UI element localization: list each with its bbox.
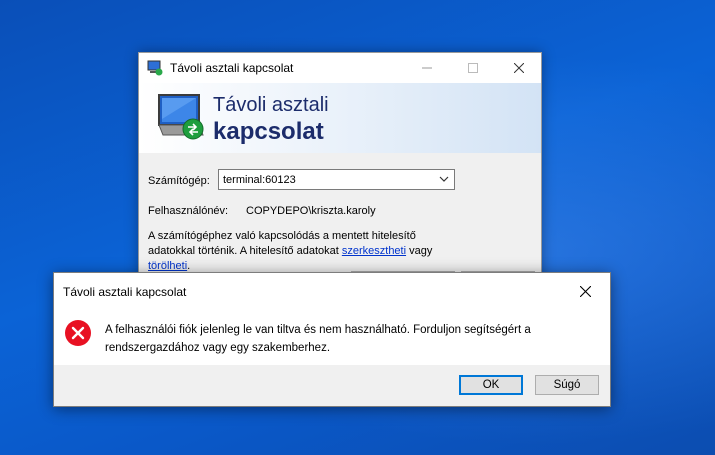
credentials-info: A számítógéphez való kapcsolódás a mente…: [148, 229, 443, 274]
error-dialog: Távoli asztali kapcsolat A felhasználói …: [53, 272, 611, 407]
rdc-titlebar[interactable]: Távoli asztali kapcsolat: [139, 53, 541, 83]
error-close-button[interactable]: [568, 277, 602, 305]
computer-label: Számítógép:: [148, 175, 210, 187]
rdc-banner-line2: kapcsolat: [213, 118, 324, 145]
error-dialog-titlebar[interactable]: Távoli asztali kapcsolat: [54, 273, 610, 309]
error-dialog-title: Távoli asztali kapcsolat: [63, 285, 187, 299]
minimize-icon: [422, 67, 432, 69]
username-label: Felhasználónév:: [148, 205, 229, 217]
close-icon: [514, 63, 524, 73]
help-button[interactable]: Súgó: [535, 375, 599, 395]
computer-combobox[interactable]: terminal:60123: [218, 169, 455, 190]
ok-button[interactable]: OK: [459, 375, 523, 395]
error-dialog-footer: OK Súgó: [54, 365, 610, 406]
chevron-down-icon[interactable]: [438, 173, 450, 185]
error-icon: [65, 320, 91, 346]
remote-desktop-icon: [147, 60, 163, 76]
remote-desktop-logo-icon: [158, 94, 204, 140]
remote-desktop-window: Távoli asztali kapcsolat Távoli asztali …: [138, 52, 542, 291]
rdc-close-button[interactable]: [496, 53, 542, 83]
maximize-icon: [468, 63, 478, 73]
error-message: A felhasználói fiók jelenleg le van tilt…: [105, 324, 531, 354]
rdc-banner: Távoli asztali kapcsolat: [139, 83, 541, 153]
rdc-banner-line1: Távoli asztali: [213, 94, 329, 116]
edit-credentials-link[interactable]: szerkesztheti: [342, 245, 406, 257]
info-text-2: vagy: [406, 245, 433, 257]
maximize-button[interactable]: [450, 53, 496, 83]
close-icon: [579, 285, 591, 297]
info-text-3: .: [187, 260, 191, 272]
minimize-button[interactable]: [404, 53, 450, 83]
rdc-body: Számítógép: terminal:60123 Felhasználóné…: [139, 153, 541, 291]
delete-credentials-link[interactable]: törölheti: [148, 260, 187, 272]
rdc-window-title: Távoli asztali kapcsolat: [170, 61, 294, 75]
username-value: COPYDEPO\kriszta.karoly: [246, 205, 376, 217]
computer-value: terminal:60123: [223, 174, 296, 186]
